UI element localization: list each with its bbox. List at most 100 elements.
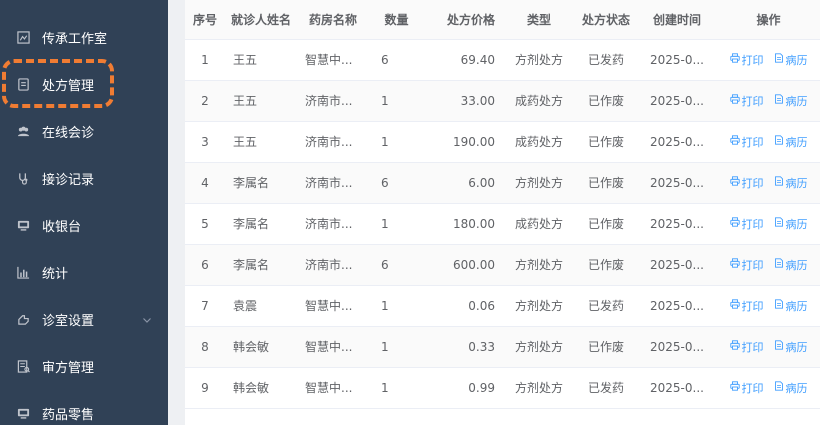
prescription-table-panel: 序号 就诊人姓名 药房名称 数量 处方价格 类型 处方状态 创建时间 操作 1王… — [185, 0, 820, 425]
print-label: 打印 — [741, 258, 764, 272]
sidebar-item-studio[interactable]: 传承工作室 — [0, 14, 168, 60]
print-icon — [729, 258, 742, 271]
cell-type: 方剂处方 — [503, 39, 575, 81]
cell-created: 2025-0... — [637, 162, 717, 204]
cell-patient: 王五 — [225, 121, 297, 163]
cell-patient: 韩会敏 — [225, 326, 297, 368]
print-link[interactable]: 打印 — [729, 52, 764, 68]
cell-status: 已作废 — [575, 326, 637, 368]
document-icon — [774, 94, 786, 107]
medical-record-link[interactable]: 病历 — [774, 175, 808, 191]
cell-created: 2025-0... — [637, 326, 717, 368]
cell-no: 6 — [185, 244, 225, 286]
print-link[interactable]: 打印 — [729, 216, 764, 232]
cell-no: 3 — [185, 121, 225, 163]
sidebar-item-label: 审方管理 — [42, 360, 95, 376]
sidebar-item-label: 药品零售 — [42, 407, 95, 423]
table-row: 1 王五 智慧中... 6 69.40 方剂处方 已发药 2025-0... 打印 病历 — [185, 39, 820, 81]
print-link[interactable]: 打印 — [729, 339, 764, 355]
sidebar-item-prescription[interactable]: 处方管理 — [0, 61, 168, 107]
medical-record-link[interactable]: 病历 — [774, 93, 808, 109]
cell-status: 已作废 — [575, 244, 637, 286]
print-link[interactable]: 打印 — [729, 380, 764, 396]
sidebar-item-consultation[interactable]: 在线会诊 — [0, 108, 168, 154]
record-label: 病历 — [785, 217, 808, 231]
cell-price: 6.00 — [424, 162, 503, 204]
print-link[interactable]: 打印 — [729, 257, 764, 273]
print-label: 打印 — [741, 135, 764, 149]
cell-pharmacy: 济南市... — [297, 121, 369, 163]
studio-icon — [16, 30, 30, 44]
cell-actions: 打印 病历 — [717, 367, 820, 409]
col-header-pharmacy: 药房名称 — [297, 0, 369, 40]
cell-price: 0.99 — [424, 367, 503, 409]
record-label: 病历 — [785, 176, 808, 190]
settings-icon — [16, 312, 30, 326]
cell-status: 已作废 — [575, 80, 637, 122]
cell-no: 9 — [185, 367, 225, 409]
table-row: 8 韩会敏 智慧中... 1 0.33 方剂处方 已作废 2025-0... 打印 病历 — [185, 326, 820, 368]
sidebar-item-records[interactable]: 接诊记录 — [0, 155, 168, 201]
print-link[interactable]: 打印 — [729, 134, 764, 150]
cell-no: 2 — [185, 80, 225, 122]
print-link[interactable]: 打印 — [729, 93, 764, 109]
sidebar-item-statistics[interactable]: 统计 — [0, 249, 168, 295]
cell-actions: 打印 病历 — [717, 121, 820, 163]
print-label: 打印 — [741, 94, 764, 108]
print-link[interactable]: 打印 — [729, 175, 764, 191]
document-icon — [774, 53, 786, 66]
cell-type: 方剂处方 — [503, 367, 575, 409]
stethoscope-icon — [16, 171, 30, 185]
cell-qty: 1 — [369, 121, 424, 163]
cell-created: 2025-0... — [637, 39, 717, 81]
cell-created: 2025-0... — [637, 121, 717, 163]
medical-record-link[interactable]: 病历 — [774, 52, 808, 68]
print-icon — [729, 340, 742, 353]
print-link[interactable]: 打印 — [729, 298, 764, 314]
col-header-no: 序号 — [185, 0, 225, 40]
col-header-type: 类型 — [503, 0, 575, 40]
col-header-created: 创建时间 — [637, 0, 717, 40]
cell-actions: 打印 病历 — [717, 80, 820, 122]
medical-record-link[interactable]: 病历 — [774, 380, 808, 396]
medical-record-link[interactable]: 病历 — [774, 257, 808, 273]
document-icon — [774, 135, 786, 148]
medical-record-link[interactable]: 病历 — [774, 216, 808, 232]
medical-record-link[interactable]: 病历 — [774, 134, 808, 150]
cell-no: 5 — [185, 203, 225, 245]
table-header-row: 序号 就诊人姓名 药房名称 数量 处方价格 类型 处方状态 创建时间 操作 — [185, 0, 820, 40]
cell-pharmacy: 智慧中... — [297, 39, 369, 81]
sidebar-item-retail[interactable]: 药品零售 — [0, 390, 168, 425]
sidebar-item-settings[interactable]: 诊室设置 — [0, 296, 168, 342]
cell-actions: 打印 病历 — [717, 203, 820, 245]
cell-type: 方剂处方 — [503, 285, 575, 327]
cell-qty: 6 — [369, 39, 424, 81]
cell-created: 2025-0... — [637, 244, 717, 286]
col-header-qty: 数量 — [369, 0, 424, 40]
cell-pharmacy: 济南市... — [297, 203, 369, 245]
cell-qty: 1 — [369, 203, 424, 245]
record-label: 病历 — [785, 135, 808, 149]
cell-pharmacy: 智慧中... — [297, 326, 369, 368]
cell-no: 1 — [185, 39, 225, 81]
cell-type: 成药处方 — [503, 203, 575, 245]
retail-icon — [16, 406, 30, 420]
sidebar-item-review[interactable]: 审方管理 — [0, 343, 168, 389]
cell-price: 600.00 — [424, 244, 503, 286]
cell-status: 已发药 — [575, 285, 637, 327]
consultation-icon — [16, 124, 30, 138]
medical-record-link[interactable]: 病历 — [774, 298, 808, 314]
cell-patient: 李属名 — [225, 162, 297, 204]
col-header-actions: 操作 — [717, 0, 820, 40]
print-label: 打印 — [741, 176, 764, 190]
document-icon — [774, 217, 786, 230]
chevron-down-icon — [142, 314, 152, 324]
sidebar-item-cashier[interactable]: 收银台 — [0, 202, 168, 248]
cell-created: 2025-0... — [637, 80, 717, 122]
cell-type: 方剂处方 — [503, 326, 575, 368]
cell-type: 方剂处方 — [503, 244, 575, 286]
print-icon — [729, 94, 742, 107]
cell-qty: 6 — [369, 244, 424, 286]
medical-record-link[interactable]: 病历 — [774, 339, 808, 355]
cell-created: 2025-0... — [637, 367, 717, 409]
